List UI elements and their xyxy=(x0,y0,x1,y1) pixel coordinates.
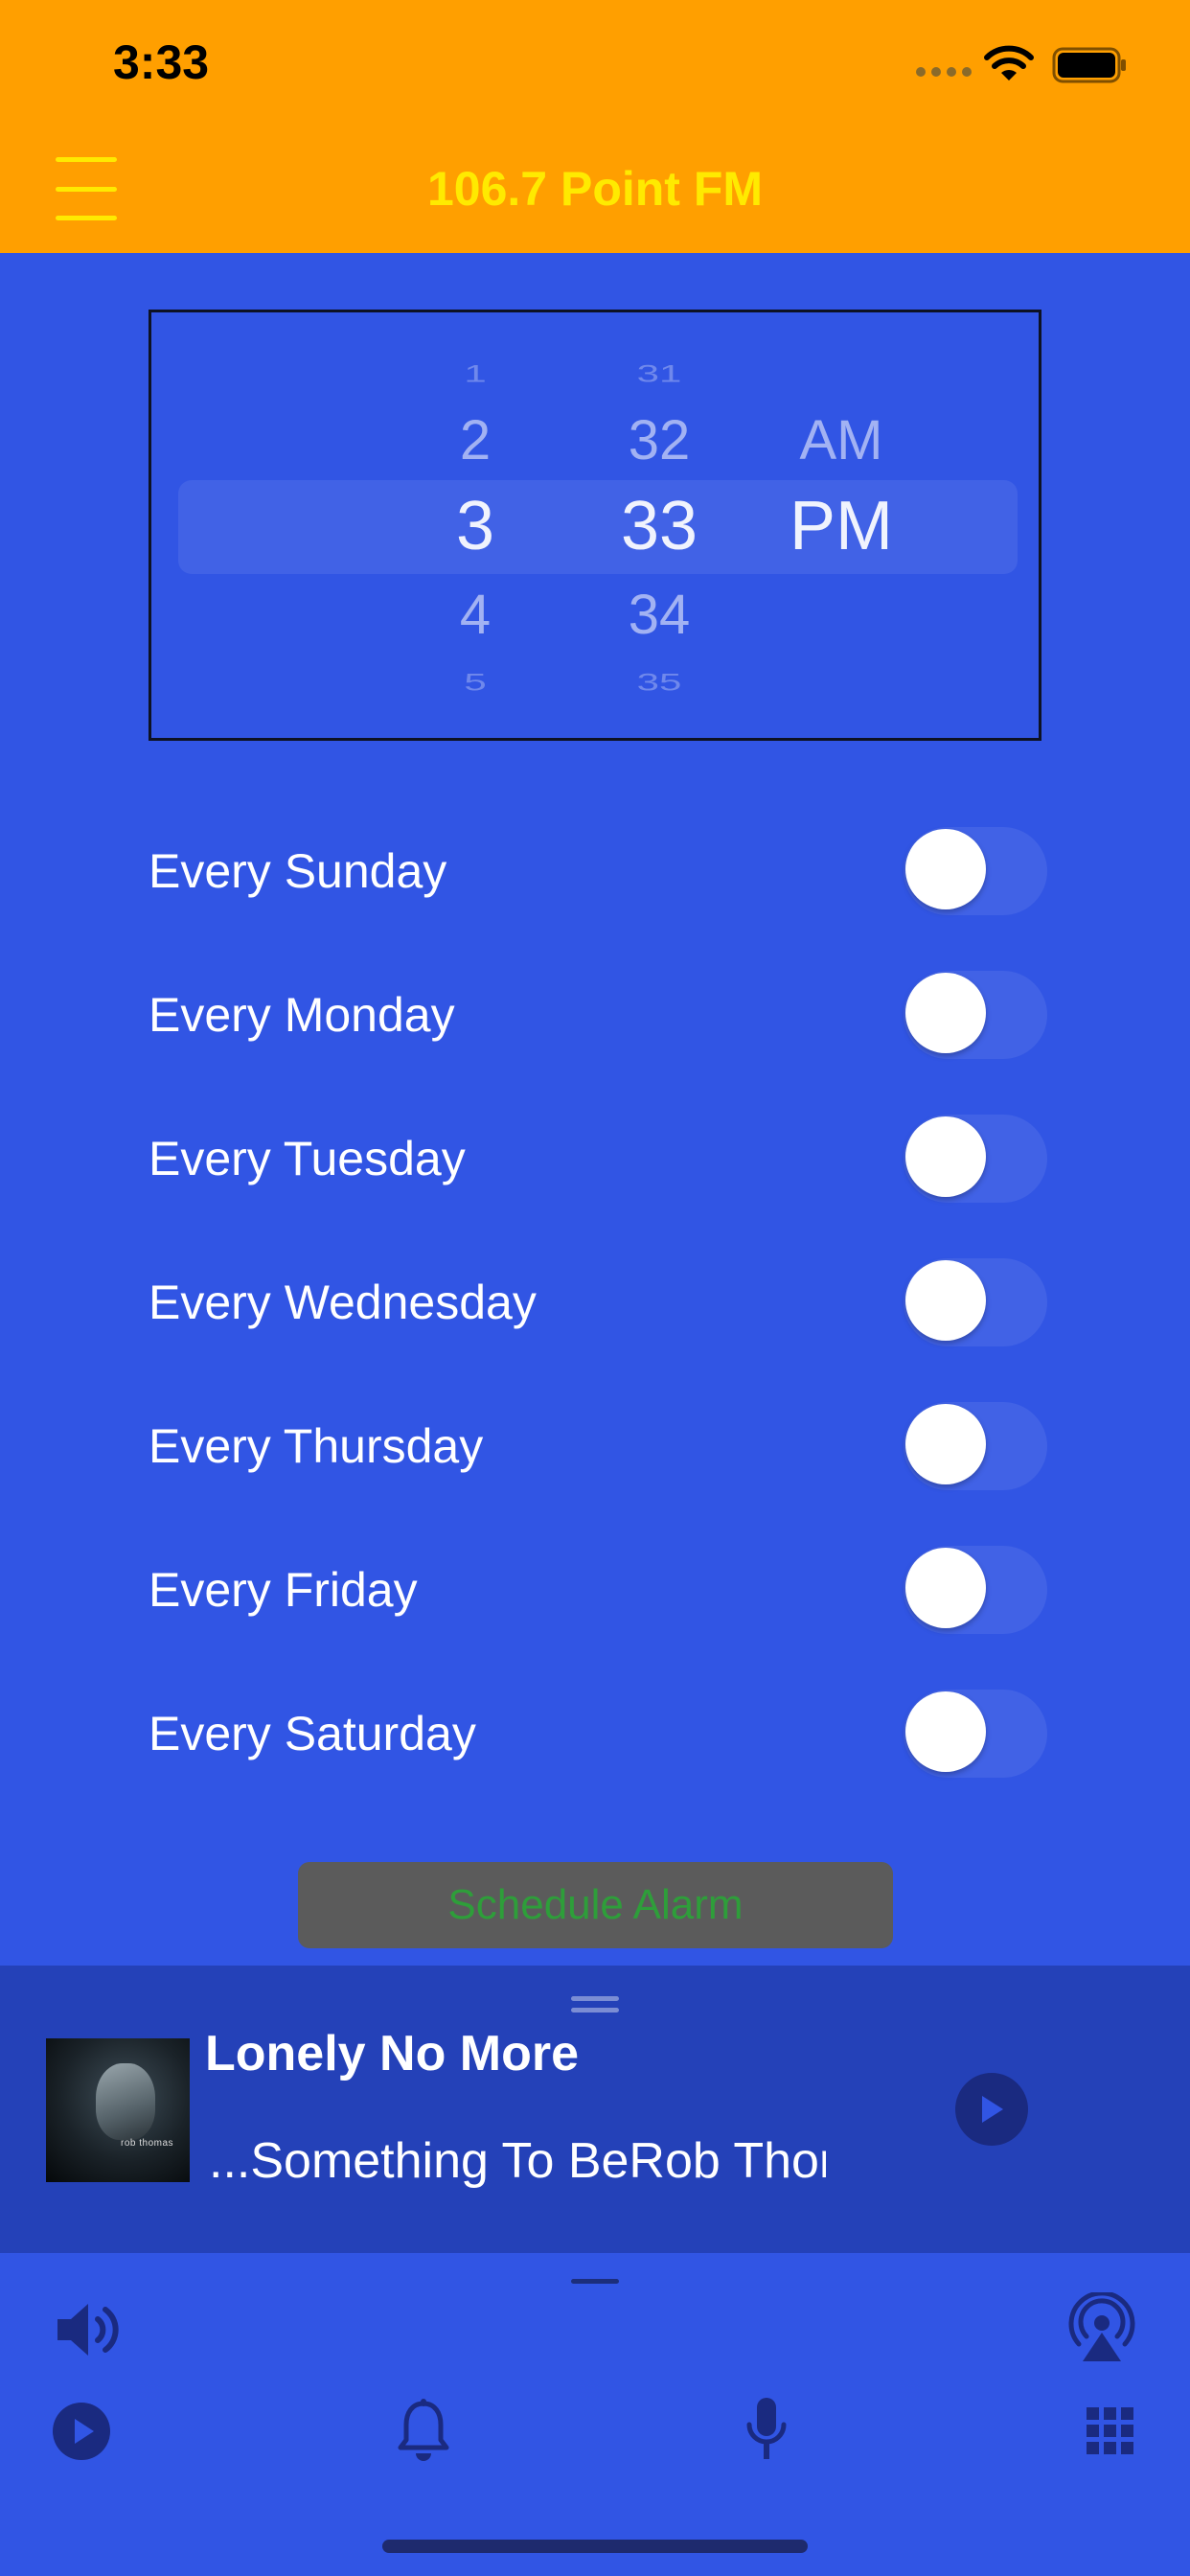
airplay-icon[interactable] xyxy=(1065,2292,1138,2365)
toggle-knob xyxy=(905,973,986,1053)
album-art: rob thomas xyxy=(46,2038,190,2182)
status-time: 3:33 xyxy=(113,35,210,89)
schedule-alarm-button[interactable]: Schedule Alarm xyxy=(298,1862,893,1948)
picker-hour-option[interactable]: 5 xyxy=(399,669,552,697)
app-title: 106.7 Point FM xyxy=(426,162,764,216)
picker-hour-option[interactable]: 4 xyxy=(399,583,552,647)
picker-minute-option[interactable]: 31 xyxy=(583,360,736,388)
monday-toggle[interactable] xyxy=(904,971,1047,1059)
picker-hour-option[interactable]: 2 xyxy=(399,408,552,472)
wifi-icon xyxy=(984,45,1034,80)
picker-minute-option[interactable]: 35 xyxy=(583,669,736,697)
now-playing-bar[interactable]: rob thomas Lonely No More ...Something T… xyxy=(0,1966,1190,2253)
day-row-sunday: Every Sunday xyxy=(149,825,1047,917)
sunday-toggle[interactable] xyxy=(904,827,1047,915)
day-row-saturday: Every Saturday xyxy=(149,1688,1047,1780)
home-indicator xyxy=(382,2540,808,2553)
picker-minute-selected[interactable]: 33 xyxy=(583,487,736,565)
toggle-knob xyxy=(905,1116,986,1197)
day-label: Every Wednesday xyxy=(149,1276,537,1329)
play-icon[interactable] xyxy=(955,2073,1028,2146)
picker-hour-option[interactable]: 1 xyxy=(399,360,552,388)
day-row-thursday: Every Thursday xyxy=(149,1400,1047,1492)
track-subtitle: ...Something To BeRob Thomas xyxy=(209,2133,826,2189)
day-label: Every Friday xyxy=(149,1563,418,1617)
speaker-icon[interactable] xyxy=(54,2296,126,2363)
time-picker[interactable]: 1 2 3 4 5 31 32 33 34 35 AM PM xyxy=(149,310,1041,741)
cellular-signal-icon xyxy=(916,67,972,77)
battery-icon xyxy=(1052,47,1126,83)
bell-icon[interactable] xyxy=(397,2398,450,2463)
picker-period-selected[interactable]: PM xyxy=(765,487,918,565)
day-label: Every Saturday xyxy=(149,1707,476,1760)
day-row-wednesday: Every Wednesday xyxy=(149,1256,1047,1348)
picker-minute-option[interactable]: 34 xyxy=(583,583,736,647)
drag-handle[interactable] xyxy=(571,1996,619,2019)
day-row-friday: Every Friday xyxy=(149,1544,1047,1636)
app-header: 3:33 106.7 Point FM xyxy=(0,0,1190,253)
toggle-knob xyxy=(905,1260,986,1341)
toggle-knob xyxy=(905,829,986,909)
toggle-knob xyxy=(905,1691,986,1772)
tuesday-toggle[interactable] xyxy=(904,1115,1047,1203)
microphone-icon[interactable] xyxy=(744,2396,790,2465)
picker-minute-option[interactable]: 32 xyxy=(583,408,736,472)
wednesday-toggle[interactable] xyxy=(904,1258,1047,1346)
picker-hour-selected[interactable]: 3 xyxy=(399,487,552,565)
track-title: Lonely No More xyxy=(205,2026,580,2082)
picker-period-option[interactable]: AM xyxy=(765,408,918,472)
day-label: Every Tuesday xyxy=(149,1132,466,1185)
sheet-handle[interactable] xyxy=(571,2279,619,2284)
grid-icon[interactable] xyxy=(1087,2407,1134,2455)
day-label: Every Thursday xyxy=(149,1419,484,1473)
friday-toggle[interactable] xyxy=(904,1546,1047,1634)
toggle-knob xyxy=(905,1404,986,1484)
play-icon[interactable] xyxy=(52,2402,111,2461)
day-label: Every Sunday xyxy=(149,844,447,898)
album-caption: rob thomas xyxy=(121,2138,174,2149)
saturday-toggle[interactable] xyxy=(904,1690,1047,1778)
day-row-tuesday: Every Tuesday xyxy=(149,1113,1047,1205)
thursday-toggle[interactable] xyxy=(904,1402,1047,1490)
day-label: Every Monday xyxy=(149,988,455,1042)
day-row-monday: Every Monday xyxy=(149,969,1047,1061)
toggle-knob xyxy=(905,1548,986,1628)
